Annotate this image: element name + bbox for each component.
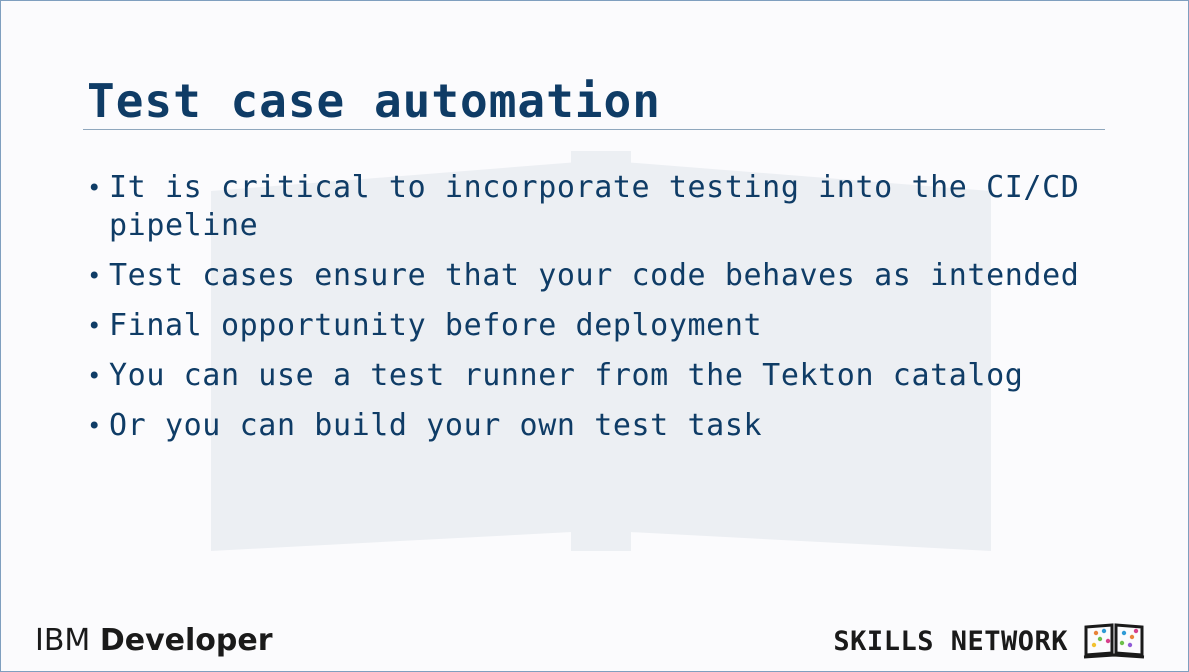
slide: Test case automation • It is critical to… [0, 0, 1189, 672]
bullet-list: • It is critical to incorporate testing … [87, 169, 1107, 457]
bullet-marker: • [87, 262, 103, 290]
bullet-marker: • [87, 412, 103, 440]
title-divider [83, 129, 1105, 130]
bullet-text: Or you can build your own test task [109, 408, 763, 443]
bullet-text: It is critical to incorporate testing in… [109, 170, 1080, 243]
ibm-developer-logo: IBM Developer [35, 621, 273, 661]
brand-ibm-text: IBM [35, 623, 91, 658]
bullet-item: • Or you can build your own test task [87, 407, 1107, 445]
bullet-marker: • [87, 312, 103, 340]
bullet-marker: • [87, 362, 103, 390]
slide-title: Test case automation [87, 74, 661, 128]
skills-network-book-logo-icon [1083, 623, 1145, 659]
bullet-item: • It is critical to incorporate testing … [87, 169, 1107, 245]
bullet-text: Test cases ensure that your code behaves… [109, 258, 1080, 293]
bullet-text: You can use a test runner from the Tekto… [109, 358, 1024, 393]
bullet-item: • Test cases ensure that your code behav… [87, 257, 1107, 295]
skills-network-brand: SKILLS NETWORK [833, 621, 1146, 661]
brand-developer-text: Developer [99, 623, 273, 658]
skills-network-text: SKILLS NETWORK [833, 625, 1068, 657]
bullet-text: Final opportunity before deployment [109, 308, 763, 343]
bullet-marker: • [87, 174, 103, 202]
bullet-item: • You can use a test runner from the Tek… [87, 357, 1107, 395]
bullet-item: • Final opportunity before deployment [87, 307, 1107, 345]
